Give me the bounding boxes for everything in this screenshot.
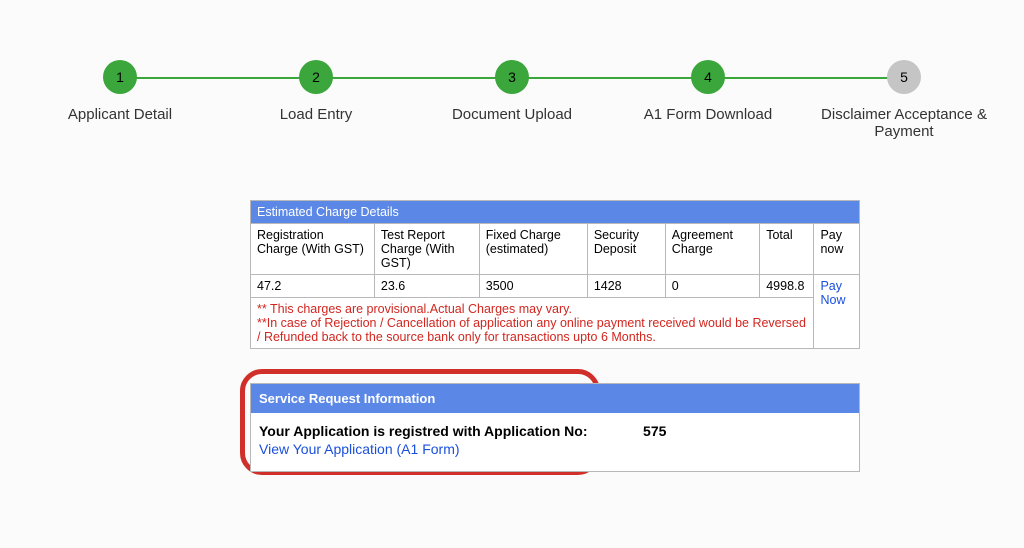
application-number: 575: [621, 423, 666, 439]
col-registration: Registration Charge (With GST): [251, 224, 375, 275]
step-document-upload[interactable]: 3 Document Upload: [414, 60, 610, 123]
col-security: Security Deposit: [587, 224, 665, 275]
val-test-report: 23.6: [374, 275, 479, 298]
registration-prefix: Your Application is registred with Appli…: [259, 423, 588, 439]
step-load-entry[interactable]: 2 Load Entry: [218, 60, 414, 123]
val-security: 1428: [587, 275, 665, 298]
col-fixed: Fixed Charge (estimated): [479, 224, 587, 275]
step-label: A1 Form Download: [644, 106, 772, 123]
col-paynow: Pay now: [814, 224, 860, 275]
charges-note2: **In case of Rejection / Cancellation of…: [257, 316, 807, 344]
step-number: 3: [495, 60, 529, 94]
service-request-body: Your Application is registred with Appli…: [251, 413, 859, 471]
service-request-heading: Service Request Information: [251, 384, 859, 413]
val-registration: 47.2: [251, 275, 375, 298]
val-fixed: 3500: [479, 275, 587, 298]
step-disclaimer-payment[interactable]: 5 Disclaimer Acceptance & Payment: [806, 60, 1002, 140]
step-number: 5: [887, 60, 921, 94]
step-label: Applicant Detail: [68, 106, 172, 123]
charges-data-row: 47.2 23.6 3500 1428 0 4998.8 Pay Now: [251, 275, 860, 298]
step-number: 2: [299, 60, 333, 94]
step-label: Load Entry: [280, 106, 353, 123]
step-connector: [708, 77, 904, 79]
service-request-panel: Service Request Information Your Applica…: [250, 383, 860, 472]
charges-note-cell: ** This charges are provisional.Actual C…: [251, 298, 814, 349]
cell-paynow: Pay Now: [814, 275, 860, 349]
val-agreement: 0: [665, 275, 759, 298]
step-connector: [512, 77, 708, 79]
content-area: Estimated Charge Details Registration Ch…: [250, 200, 860, 472]
col-agreement: Agreement Charge: [665, 224, 759, 275]
col-total: Total: [760, 224, 814, 275]
step-a1-form-download[interactable]: 4 A1 Form Download: [610, 60, 806, 123]
step-connector: [120, 77, 316, 79]
pay-now-link[interactable]: Pay Now: [820, 279, 845, 307]
step-number: 4: [691, 60, 725, 94]
col-test-report: Test Report Charge (With GST): [374, 224, 479, 275]
charges-header-row: Registration Charge (With GST) Test Repo…: [251, 224, 860, 275]
step-label: Document Upload: [452, 106, 572, 123]
charges-heading: Estimated Charge Details: [251, 201, 860, 224]
step-label: Disclaimer Acceptance & Payment: [814, 106, 994, 140]
step-connector: [316, 77, 512, 79]
registration-line: Your Application is registred with Appli…: [259, 423, 851, 439]
progress-stepper: 1 Applicant Detail 2 Load Entry 3 Docume…: [22, 60, 1002, 140]
val-total: 4998.8: [760, 275, 814, 298]
charges-note1: ** This charges are provisional.Actual C…: [257, 302, 807, 316]
charges-note-row: ** This charges are provisional.Actual C…: [251, 298, 860, 349]
charges-table: Estimated Charge Details Registration Ch…: [250, 200, 860, 349]
step-number: 1: [103, 60, 137, 94]
step-applicant-detail[interactable]: 1 Applicant Detail: [22, 60, 218, 123]
view-application-link[interactable]: View Your Application (A1 Form): [259, 441, 460, 457]
